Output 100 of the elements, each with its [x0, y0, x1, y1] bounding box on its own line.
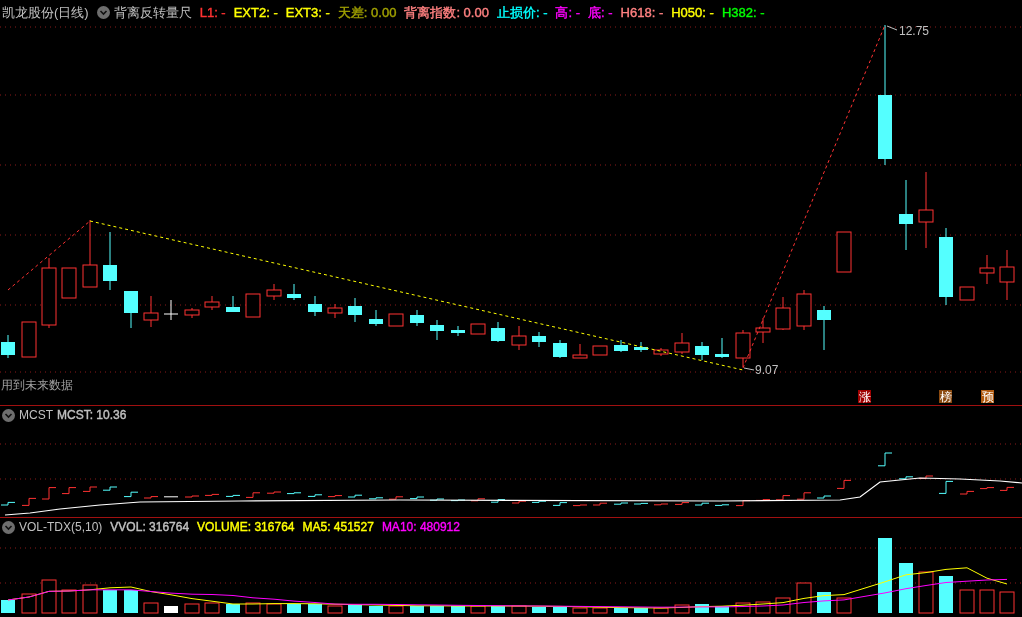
candlestick — [308, 295, 322, 317]
candlestick — [592, 345, 608, 356]
cost-step — [327, 495, 343, 498]
candlestick — [266, 283, 282, 301]
candlestick — [532, 331, 546, 348]
legend-value: H382: - — [721, 5, 765, 19]
candlestick — [451, 325, 465, 337]
cost-step — [552, 502, 568, 506]
legend-value: MCST: 10.36 — [57, 409, 127, 421]
volume-bar — [287, 604, 301, 613]
volume-bar — [430, 606, 444, 613]
candlestick — [674, 332, 690, 355]
candlestick — [287, 283, 301, 301]
cost-step — [82, 486, 98, 492]
cost-step — [938, 480, 954, 494]
volume-bar — [266, 603, 282, 614]
legend-value: MA10: 480912 — [381, 521, 460, 533]
legend-value: H618: - — [620, 5, 664, 19]
price-label: 9.07 — [755, 363, 779, 377]
cost-step — [347, 494, 363, 498]
cost-step — [245, 492, 261, 498]
cost-step — [959, 490, 975, 495]
legend-value: EXT3: - — [285, 5, 330, 19]
candlestick — [226, 295, 240, 313]
volume-bar — [82, 584, 98, 614]
candlestick — [388, 313, 404, 327]
volume-bar — [532, 607, 546, 613]
candlestick — [470, 323, 486, 335]
candlestick — [614, 339, 628, 353]
cost-step — [836, 479, 852, 489]
candlestick — [511, 325, 527, 351]
cost-step — [307, 494, 323, 497]
cost-step — [775, 495, 791, 501]
volume-bar — [836, 597, 852, 614]
candlestick — [103, 231, 117, 291]
note-text: 用到未来数据 — [1, 379, 73, 391]
volume-bar — [614, 608, 628, 613]
cost-step — [61, 487, 77, 495]
cost-step — [225, 494, 241, 497]
candlestick — [899, 179, 913, 251]
cost-step — [592, 502, 608, 506]
legend-value: 背离指数: 0.00 — [404, 5, 489, 19]
indicator-name[interactable]: MCST — [19, 409, 53, 421]
candlestick — [634, 341, 648, 353]
cost-step — [0, 501, 16, 506]
cost-step — [21, 497, 37, 506]
legend-value: MA5: 451527 — [302, 521, 374, 533]
cost-step — [653, 503, 669, 506]
volume-bar — [715, 606, 729, 613]
indicator-name[interactable]: VOL-TDX(5,10) — [19, 521, 103, 533]
volume-bar — [103, 590, 117, 613]
cost-step — [409, 496, 425, 500]
volume-bar — [204, 602, 220, 614]
volume-bar — [369, 606, 383, 613]
volume-bar — [41, 579, 57, 614]
volume-bar — [21, 593, 37, 614]
cost-step — [490, 499, 506, 503]
cost-step — [796, 492, 812, 500]
candlestick — [410, 309, 424, 327]
candlestick — [979, 254, 995, 285]
candlestick — [1, 334, 15, 359]
volume-bar — [899, 563, 913, 613]
volume-bar — [245, 602, 261, 614]
cost-step — [633, 502, 649, 505]
legend-value: L1: - — [199, 5, 226, 19]
chevron-down-icon[interactable] — [2, 520, 15, 534]
cost-step — [143, 496, 159, 499]
chart-title: 凯龙股份(日线) — [2, 5, 89, 19]
candlestick — [836, 231, 852, 273]
volume-bar — [735, 602, 751, 614]
cost-step — [368, 497, 384, 500]
volume-bar — [388, 605, 404, 614]
signal-marker: 预 — [981, 390, 994, 403]
cost-step — [816, 495, 832, 499]
legend-value: VOLUME: 316764 — [197, 521, 295, 533]
cost-step — [41, 487, 57, 500]
cost-step — [511, 500, 527, 504]
candlestick — [430, 319, 444, 341]
volume-bar — [308, 604, 322, 613]
chevron-down-icon[interactable] — [2, 408, 15, 422]
volume-bar — [61, 589, 77, 614]
volume-bar — [164, 606, 178, 613]
volume-bar — [979, 589, 995, 614]
cost-step — [572, 504, 588, 507]
indicator-name[interactable]: 背离反转量尺 — [113, 5, 192, 19]
cost-step — [266, 491, 282, 494]
legend-value: VVOL: 316764 — [110, 521, 190, 533]
cost-step — [204, 493, 220, 496]
candlestick — [21, 321, 37, 358]
volume-bar — [143, 602, 159, 614]
signal-marker: 榜 — [939, 390, 952, 403]
volume-bar — [470, 605, 486, 614]
chevron-down-icon[interactable] — [96, 5, 110, 19]
candlestick — [348, 297, 362, 323]
candlestick — [775, 296, 791, 331]
cost-step — [674, 502, 690, 505]
cost-step — [184, 495, 200, 498]
volume-bar — [939, 576, 953, 613]
volume-bar — [634, 608, 648, 613]
legend-value: 天差: 0.00 — [337, 5, 397, 19]
